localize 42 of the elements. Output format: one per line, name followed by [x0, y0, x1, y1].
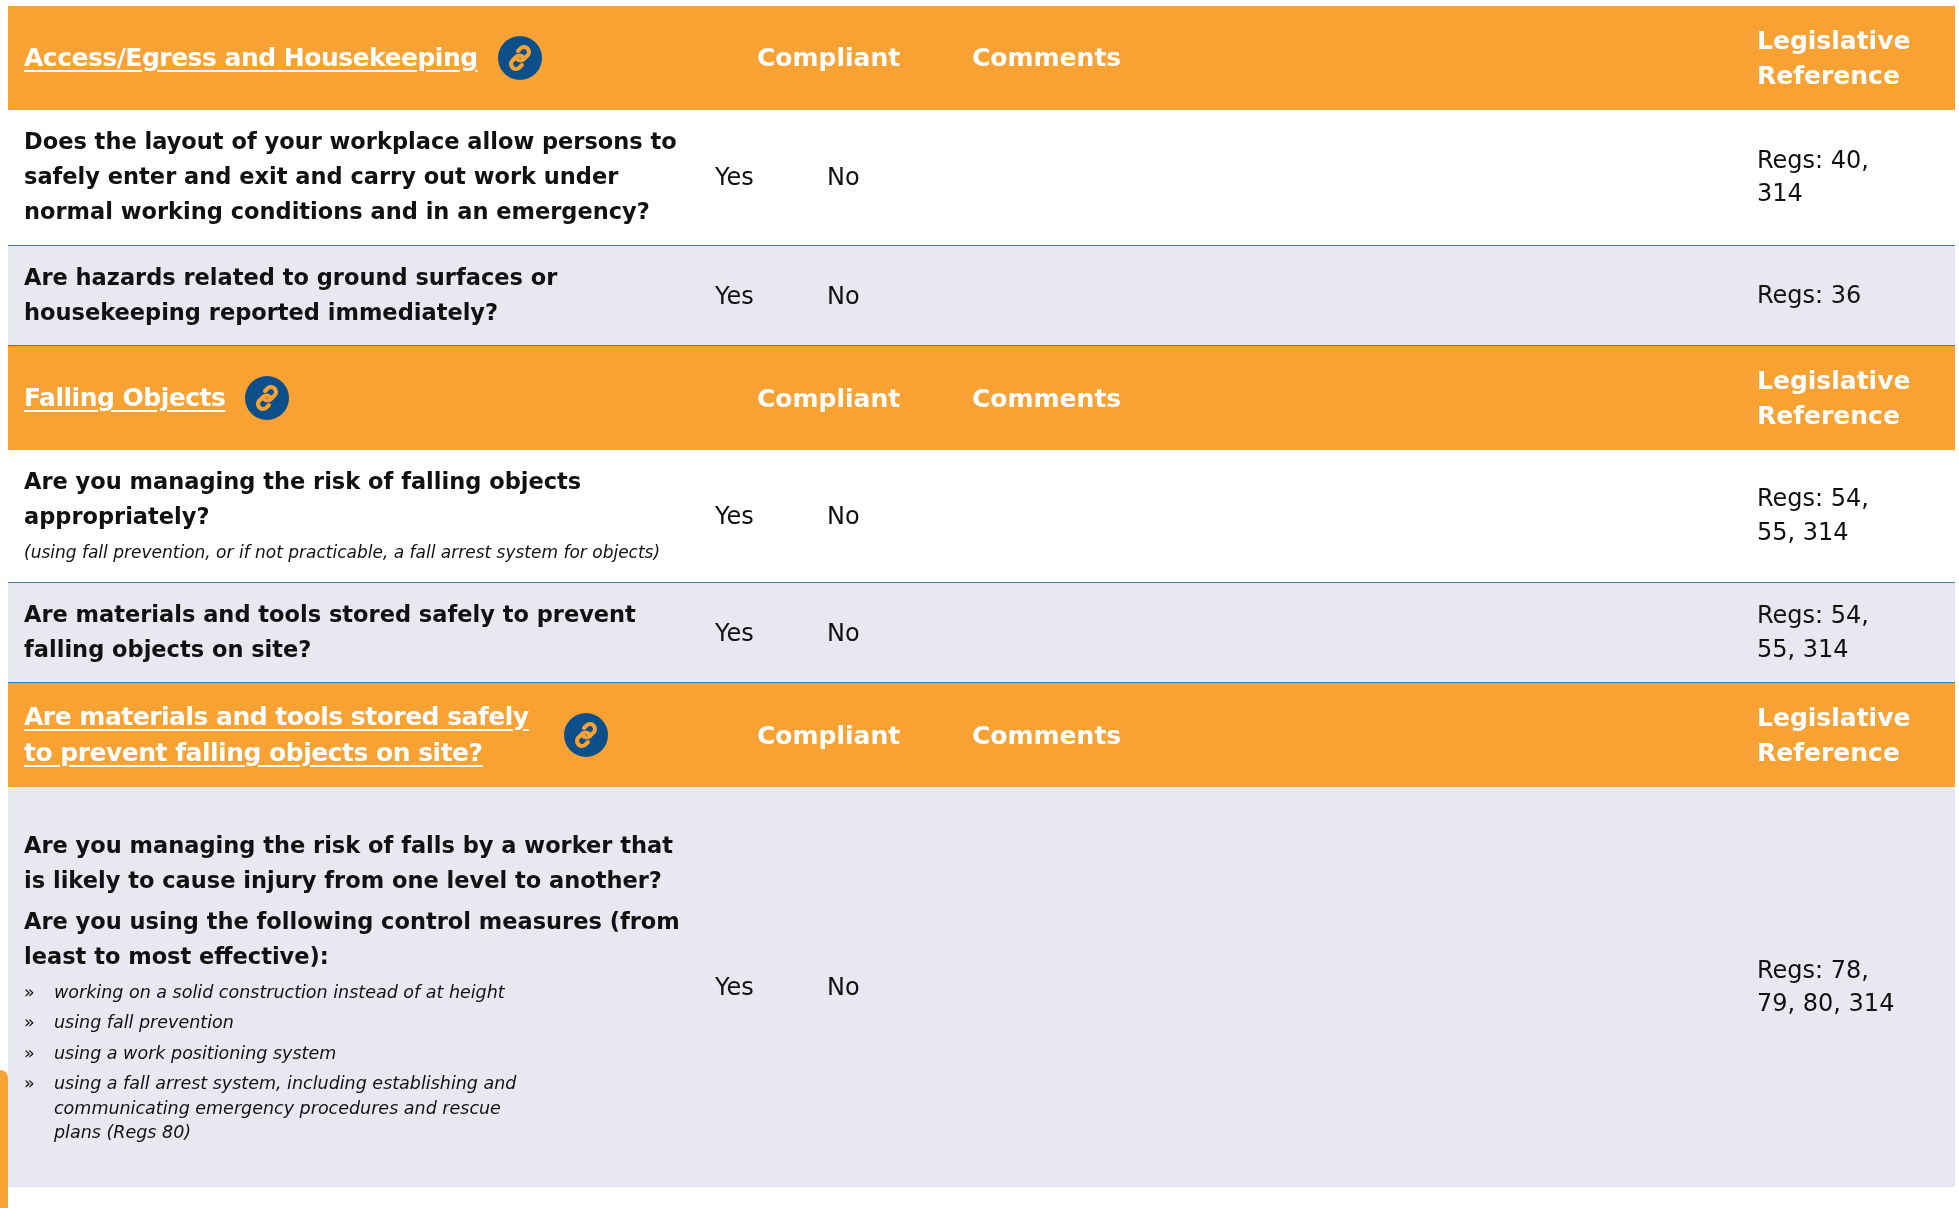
yes-option[interactable]: Yes [700, 277, 812, 314]
question-text: Does the layout of your workplace allow persons to safely enter and exit and carry out work under normal working conditions and in an emergency? [24, 127, 678, 226]
column-header: Comments [971, 382, 1123, 415]
reference-text: Regs: 40, 314 [1756, 144, 1870, 210]
bullet-text: working on a solid construction instead of at height [54, 980, 506, 1004]
bullet-text: using a work positioning system [54, 1041, 338, 1065]
column-header: Legislative Reference [1756, 702, 1910, 770]
no-option[interactable]: No [812, 614, 952, 651]
bullet-text: using a fall arrest system, including establishing and communicating emergency procedures and rescue plans (Regs 80) [54, 1072, 518, 1145]
column-header: Compliant [756, 719, 902, 752]
reference-text: Regs: 54, 55, 314 [1756, 483, 1870, 548]
column-header: Comments [971, 719, 1123, 752]
reference-text: Regs: 78, 79, 80, 314 [1756, 954, 1896, 1020]
question-text: Are you using the following control measures (from least to most effective): [24, 906, 681, 971]
column-header: Compliant [756, 382, 902, 415]
question-text: Are you managing the risk of falling objects appropriately? [24, 467, 583, 532]
column-header: Compliant [756, 42, 902, 75]
no-option[interactable]: No [812, 969, 952, 1006]
yes-option[interactable]: Yes [700, 498, 812, 534]
yes-option[interactable]: Yes [700, 969, 812, 1006]
note-text: (using fall prevention, or if not practicable, a fall arrest system for objects) [24, 541, 662, 565]
link-icon[interactable] [497, 36, 542, 80]
question-text: Are you managing the risk of falls by a worker that is likely to cause injury from one level to another? [24, 831, 674, 895]
yes-option[interactable]: Yes [700, 614, 812, 651]
link-icon[interactable] [245, 376, 290, 421]
link-icon[interactable] [564, 713, 608, 758]
question-text: Are materials and tools stored safely to prevent falling objects on site? [24, 599, 637, 664]
column-header: Comments [971, 42, 1123, 75]
reference-text: Regs: 36 [1756, 279, 1863, 311]
column-header: Legislative Reference [1756, 25, 1910, 92]
column-header: Legislative Reference [1756, 365, 1910, 433]
bullet-marker: » [24, 1072, 36, 1096]
no-option[interactable]: No [812, 277, 952, 314]
no-option[interactable]: No [812, 498, 952, 534]
no-option[interactable]: No [812, 159, 952, 196]
question-text: Are hazards related to ground surfaces or housekeeping reported immediately? [24, 262, 559, 327]
reference-text: Regs: 54, 55, 314 [1756, 599, 1870, 665]
bullet-marker: » [24, 1011, 36, 1035]
bullet-text: using fall prevention [54, 1011, 235, 1035]
yes-option[interactable]: Yes [700, 159, 812, 196]
bullet-marker: » [24, 980, 36, 1004]
bullet-marker: » [24, 1041, 36, 1065]
